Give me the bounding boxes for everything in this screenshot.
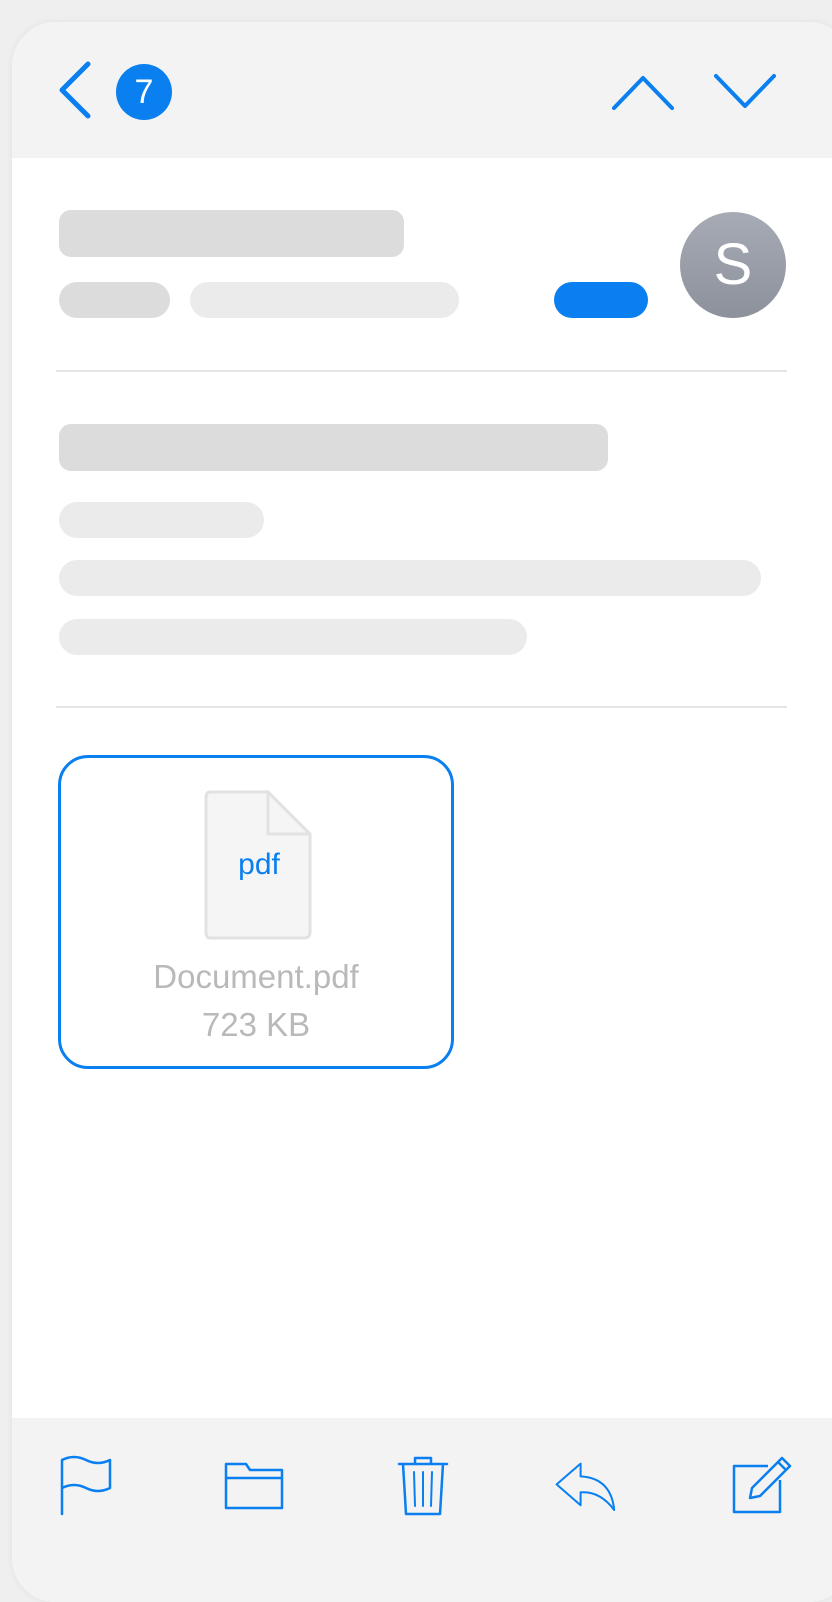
compose-icon[interactable] [728,1454,792,1518]
chevron-up-icon[interactable] [610,70,676,114]
subject-placeholder [59,424,608,471]
body-line-placeholder [59,619,527,655]
body-line-placeholder [59,560,761,596]
date-placeholder [59,502,264,538]
reply-icon[interactable] [555,1454,619,1518]
folder-icon[interactable] [222,1454,286,1518]
trash-icon[interactable] [391,1454,455,1518]
flag-icon[interactable] [56,1454,120,1518]
top-navigation-bar: 7 [12,22,832,158]
unread-count-badge[interactable]: 7 [116,64,172,120]
chevron-left-icon[interactable] [56,60,96,120]
recipient-address-placeholder [190,282,459,318]
file-size: 723 KB [201,1006,311,1043]
mail-message-screen: 7 S pdf Document.pdf 723 KB [12,22,832,1602]
file-extension-label: pdf [238,848,280,881]
chevron-down-icon[interactable] [712,70,778,114]
details-link-placeholder[interactable] [554,282,648,318]
bottom-toolbar [12,1418,832,1602]
body-divider [56,706,787,708]
attachment-card[interactable]: pdf Document.pdf 723 KB [58,755,454,1069]
recipient-label-placeholder [59,282,170,318]
sender-avatar[interactable]: S [680,212,786,318]
file-name: Document.pdf [153,958,359,995]
header-divider [56,370,787,372]
sender-name-placeholder [59,210,404,257]
